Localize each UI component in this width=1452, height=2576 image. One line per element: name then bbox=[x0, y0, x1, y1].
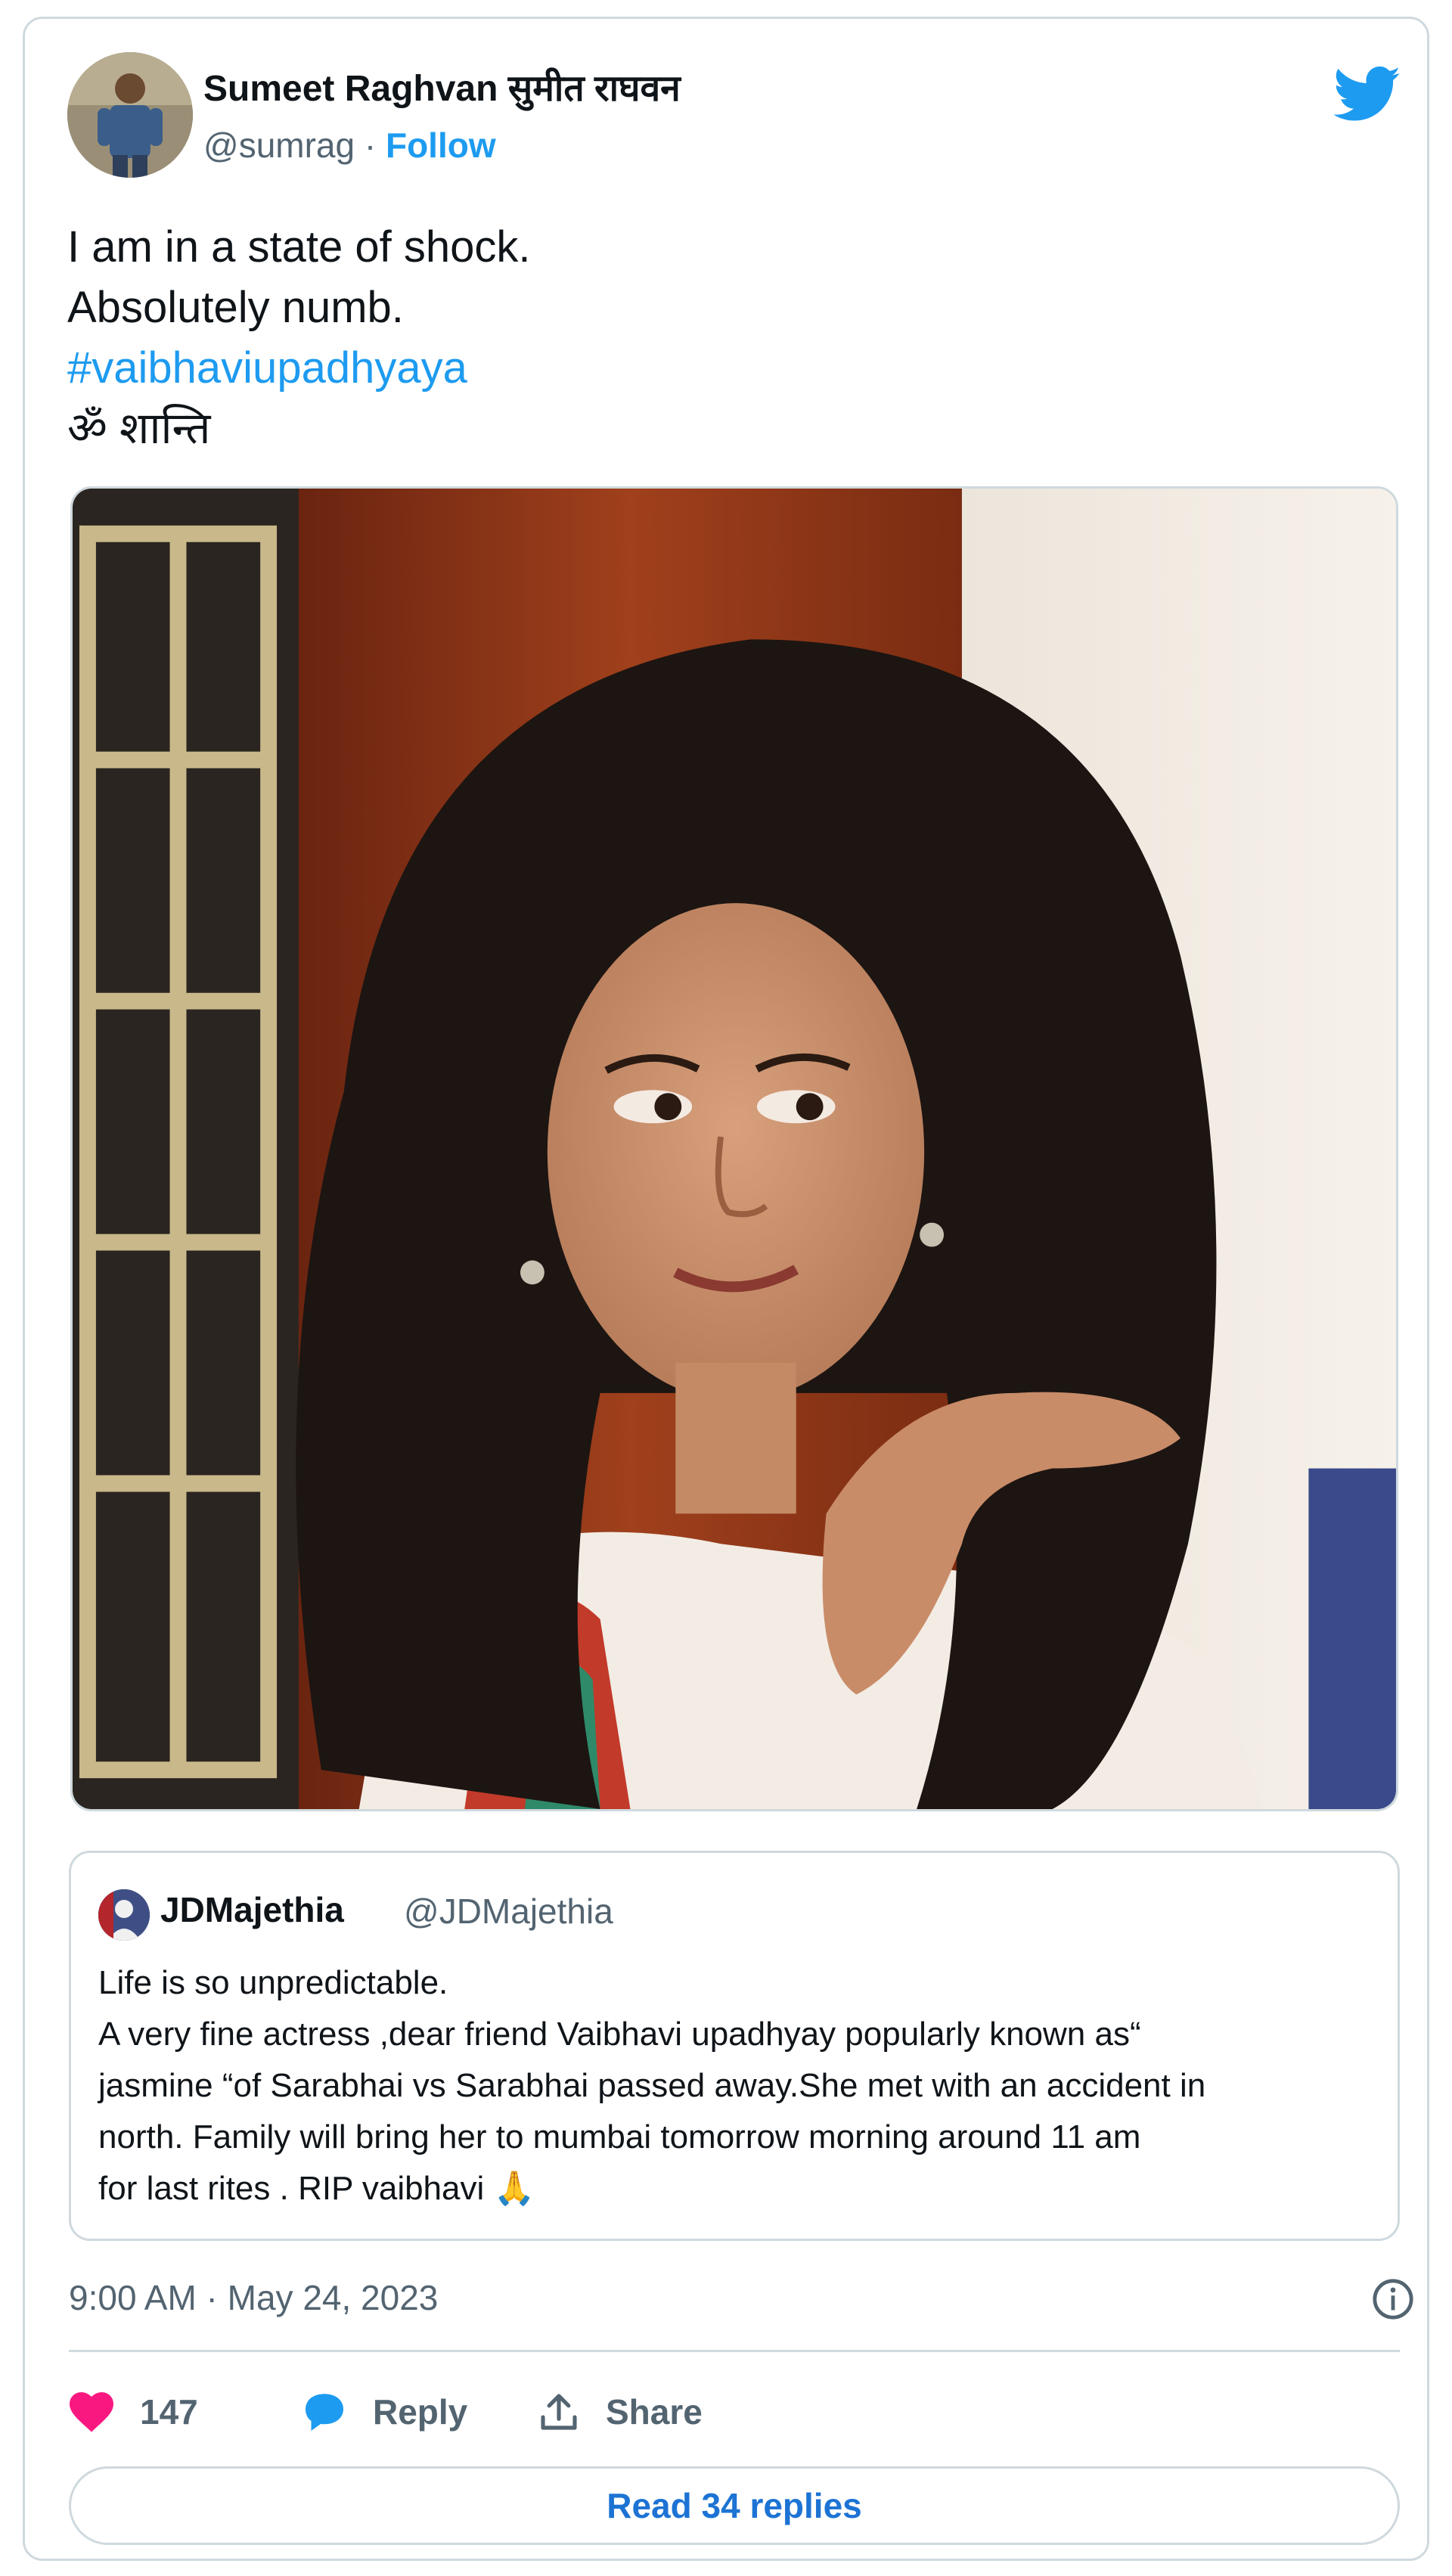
quoted-line: Life is so unpredictable. bbox=[98, 1964, 448, 2001]
reply-label: Reply bbox=[373, 2392, 468, 2432]
quoted-avatar-image bbox=[98, 1889, 150, 1941]
quoted-tweet[interactable]: JDMajethia @JDMajethia Life is so unpred… bbox=[69, 1851, 1400, 2241]
reply-button[interactable]: Reply bbox=[302, 2382, 467, 2442]
quoted-line: jasmine “of Sarabhai vs Sarabhai passed … bbox=[98, 2067, 1206, 2104]
quoted-author-name: JDMajethia bbox=[160, 1890, 344, 1929]
share-upload-icon bbox=[541, 2394, 577, 2430]
info-icon[interactable] bbox=[1371, 2277, 1415, 2321]
quoted-author-avatar bbox=[98, 1889, 150, 1941]
author-avatar[interactable] bbox=[67, 52, 193, 178]
like-count: 147 bbox=[140, 2392, 198, 2432]
heart-icon bbox=[70, 2392, 113, 2432]
handle-separator: · bbox=[355, 126, 386, 165]
share-button[interactable]: Share bbox=[538, 2382, 703, 2442]
follow-link[interactable]: Follow bbox=[386, 126, 496, 165]
share-label: Share bbox=[606, 2392, 703, 2432]
tweet-timestamp[interactable]: 9:00 AM · May 24, 2023 bbox=[69, 2277, 438, 2318]
quoted-author-handle: @JDMajethia bbox=[404, 1892, 613, 1931]
tweet-card: Sumeet Raghvan सुमीत राघवन @sumrag · Fol… bbox=[23, 17, 1429, 2561]
quoted-line: A very fine actress ,dear friend Vaibhav… bbox=[98, 2016, 1141, 2053]
avatar-image bbox=[67, 52, 193, 178]
quoted-line: north. Family will bring her to mumbai t… bbox=[98, 2118, 1141, 2155]
read-replies-button[interactable]: Read 34 replies bbox=[69, 2466, 1400, 2545]
quoted-line: for last rites . RIP vaibhavi 🙏 bbox=[98, 2170, 535, 2207]
author-name[interactable]: Sumeet Raghvan सुमीत राघवन bbox=[203, 63, 681, 112]
tweet-line: Absolutely numb. bbox=[67, 283, 404, 332]
reply-bubble-icon bbox=[306, 2394, 343, 2431]
tweet-line: ॐ शान्ति bbox=[67, 404, 211, 453]
twitter-bird-icon[interactable] bbox=[1333, 66, 1401, 123]
hashtag-link[interactable]: #vaibhaviupadhyaya bbox=[67, 338, 1398, 399]
tweet-line: I am in a state of shock. bbox=[67, 222, 531, 272]
tweet-text: I am in a state of shock. Absolutely num… bbox=[67, 217, 1398, 459]
author-handle-row: @sumrag · Follow bbox=[203, 125, 496, 166]
photo-image bbox=[73, 489, 1396, 1809]
tweet-photo[interactable] bbox=[70, 486, 1398, 1811]
like-button[interactable]: 147 bbox=[69, 2382, 198, 2442]
author-handle[interactable]: @sumrag bbox=[203, 126, 355, 165]
divider bbox=[69, 2350, 1400, 2352]
quoted-tweet-text: Life is so unpredictable. A very fine ac… bbox=[98, 1957, 1384, 2214]
